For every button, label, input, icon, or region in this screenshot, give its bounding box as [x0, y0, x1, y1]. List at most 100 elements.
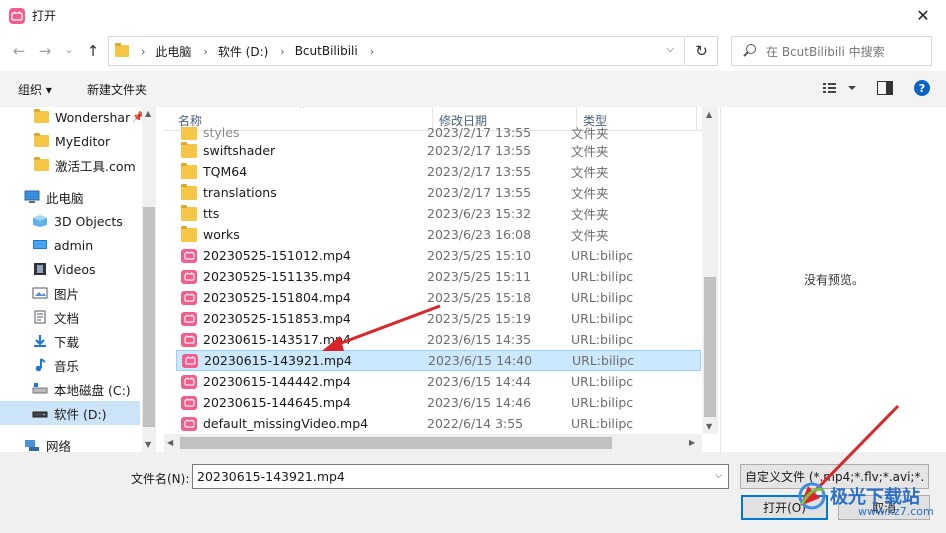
sidebar-item-activation-tool[interactable]: 激活工具.com	[0, 153, 140, 177]
bilibili-video-file-icon	[181, 332, 197, 347]
search-placeholder: 在 BcutBilibili 中搜索	[766, 44, 885, 59]
no-preview-text: 没有预览。	[803, 273, 864, 287]
breadcrumb-bcutbilibili[interactable]: BcutBilibili	[295, 44, 358, 58]
address-bar[interactable]: › 此电脑 › 软件 (D:) › BcutBilibili › ⌵	[108, 36, 685, 66]
file-date: 2023/5/25 15:10	[427, 248, 532, 263]
window-title: 打开	[32, 9, 57, 23]
open-button[interactable]: 打开(O)	[741, 495, 828, 520]
sidebar-item-3d-objects[interactable]: 3D Objects	[0, 209, 140, 233]
list-item[interactable]: 20230525-151853.mp4 2023/5/25 15:19 URL:bi…	[176, 308, 701, 329]
bilibili-video-file-icon	[181, 416, 197, 431]
list-item[interactable]: swiftshader 2023/2/17 13:55 文件夹	[176, 140, 701, 161]
file-name: tts	[203, 206, 220, 221]
new-folder-button[interactable]: 新建文件夹	[87, 81, 147, 98]
list-item[interactable]: translations 2023/2/17 13:55 文件夹	[176, 182, 701, 203]
music-icon	[32, 358, 48, 372]
folder-icon	[181, 162, 197, 179]
sidebar-item-myeditor[interactable]: MyEditor	[0, 129, 140, 153]
scroll-up-arrow-icon[interactable]: ▲	[706, 110, 712, 119]
sidebar-item-drive-c[interactable]: 本地磁盘 (C:)	[0, 377, 140, 401]
file-name: 20230525-151853.mp4	[203, 311, 351, 326]
scroll-down-arrow-icon[interactable]: ▼	[145, 440, 151, 449]
file-date: 2023/5/25 15:18	[427, 290, 532, 305]
sidebar-item-documents[interactable]: 文档	[0, 305, 140, 329]
search-input[interactable]: 在 BcutBilibili 中搜索	[731, 36, 932, 66]
chevron-down-icon[interactable]: ⌵	[666, 44, 674, 55]
scroll-right-arrow-icon[interactable]: ▶	[689, 438, 695, 447]
file-name: 20230525-151012.mp4	[203, 248, 351, 263]
file-type: URL:bilipc	[571, 290, 634, 305]
scroll-up-arrow-icon[interactable]: ▲	[145, 109, 151, 118]
column-header-date[interactable]: 修改日期	[439, 112, 487, 129]
sidebar-item-this-pc[interactable]: 此电脑	[0, 185, 140, 209]
list-item[interactable]: 20230615-144645.mp4 2023/6/15 14:46 URL:bi…	[176, 392, 701, 413]
file-date: 2023/6/15 14:40	[428, 353, 533, 368]
chevron-down-icon[interactable]: ⌵	[715, 471, 722, 481]
refresh-button[interactable]: ↻	[686, 36, 718, 66]
list-item[interactable]: 20230615-144442.mp4 2023/6/15 14:44 URL:bi…	[176, 371, 701, 392]
file-type: URL:bilipc	[571, 332, 634, 347]
sidebar-item-wondershare[interactable]: Wondershar 📌	[0, 107, 145, 129]
file-type: 文件夹	[571, 144, 609, 159]
list-item[interactable]: tts 2023/6/23 15:32 文件夹	[176, 203, 701, 224]
file-type: URL:bilipc	[571, 269, 634, 284]
bilibili-video-file-icon	[182, 353, 198, 368]
breadcrumb-drive-d[interactable]: 软件 (D:)	[218, 43, 268, 60]
file-date: 2023/2/17 13:55	[427, 185, 532, 200]
network-icon	[24, 438, 40, 452]
close-button[interactable]: ✕	[900, 0, 946, 31]
file-name: 20230615-144645.mp4	[203, 395, 351, 410]
file-type: URL:bilipc	[571, 416, 634, 431]
folder-icon	[181, 127, 197, 140]
sidebar-item-pictures[interactable]: 图片	[0, 281, 140, 305]
recent-locations-icon[interactable]: ⌄	[58, 37, 80, 61]
sidebar-item-videos[interactable]: Videos	[0, 257, 140, 281]
file-type: URL:bilipc	[571, 374, 634, 389]
column-header-type[interactable]: 类型	[583, 112, 607, 129]
scroll-down-arrow-icon[interactable]: ▼	[706, 422, 712, 431]
sidebar-item-music[interactable]: 音乐	[0, 353, 140, 377]
file-name: 20230525-151804.mp4	[203, 290, 351, 305]
breadcrumb-this-pc[interactable]: 此电脑	[155, 43, 191, 60]
file-date: 2023/6/15 14:35	[427, 332, 532, 347]
help-icon[interactable]: ?	[914, 80, 930, 96]
organize-menu-button[interactable]: 组织 ▾	[18, 81, 52, 98]
list-item[interactable]: works 2023/6/23 16:08 文件夹	[176, 224, 701, 245]
sidebar-item-network[interactable]: 网络	[0, 433, 140, 452]
list-item[interactable]: 20230525-151135.mp4 2023/5/25 15:11 URL:bi…	[176, 266, 701, 287]
list-item[interactable]: 20230615-143517.mp4 2023/6/15 14:35 URL:bi…	[176, 329, 701, 350]
horizontal-scroll-thumb[interactable]	[180, 437, 612, 449]
sidebar-scroll-thumb[interactable]	[143, 207, 155, 427]
up-arrow-icon[interactable]: ↑	[82, 39, 104, 63]
file-type: 文件夹	[571, 207, 609, 222]
scroll-left-arrow-icon[interactable]: ◀	[167, 438, 173, 447]
sidebar-scrollbar[interactable]: ▲ ▼	[142, 107, 156, 452]
column-header-name[interactable]: 名称	[178, 112, 202, 129]
bilibili-video-file-icon	[181, 269, 197, 284]
sidebar-item-admin[interactable]: admin	[0, 233, 140, 257]
forward-arrow-icon[interactable]: →	[34, 39, 56, 63]
list-item[interactable]: 20230525-151012.mp4 2023/5/25 15:10 URL:bi…	[176, 245, 701, 266]
list-item[interactable]: 20230615-143921.mp4 2023/6/15 14:40 URL:bi…	[176, 350, 701, 371]
file-list-vertical-scrollbar[interactable]: ▲ ▼	[702, 107, 718, 434]
dialog-footer: 文件名(N): 20230615-143921.mp4 ⌵ 自定义文件 (*.m…	[0, 452, 946, 533]
list-item[interactable]: TQM64 2023/2/17 13:55 文件夹	[176, 161, 701, 182]
sidebar-item-drive-d[interactable]: 软件 (D:)	[0, 401, 140, 425]
pictures-icon	[32, 286, 48, 300]
file-list-horizontal-scrollbar[interactable]: ◀ ▶	[164, 434, 702, 452]
folder-icon	[181, 225, 197, 242]
file-type: URL:bilipc	[571, 248, 634, 263]
filename-input[interactable]: 20230615-143921.mp4 ⌵	[192, 464, 729, 489]
file-name: swiftshader	[203, 143, 276, 158]
bilibili-video-file-icon	[181, 395, 197, 410]
preview-pane: 没有预览。	[720, 107, 946, 452]
sidebar-item-downloads[interactable]: 下载	[0, 329, 140, 353]
navigation-bar: ← → ⌄ ↑ › 此电脑 › 软件 (D:) › BcutBilibili ›…	[0, 31, 946, 71]
list-item[interactable]: default_missingVideo.mp4 2022/6/14 3:55 UR…	[176, 413, 701, 434]
view-options-icon[interactable]	[822, 80, 858, 99]
list-item[interactable]: 20230525-151804.mp4 2023/5/25 15:18 URL:bi…	[176, 287, 701, 308]
documents-icon	[32, 310, 48, 324]
file-list-scroll-thumb[interactable]	[704, 277, 716, 417]
back-arrow-icon[interactable]: ←	[8, 39, 30, 63]
preview-pane-icon[interactable]	[877, 81, 893, 98]
